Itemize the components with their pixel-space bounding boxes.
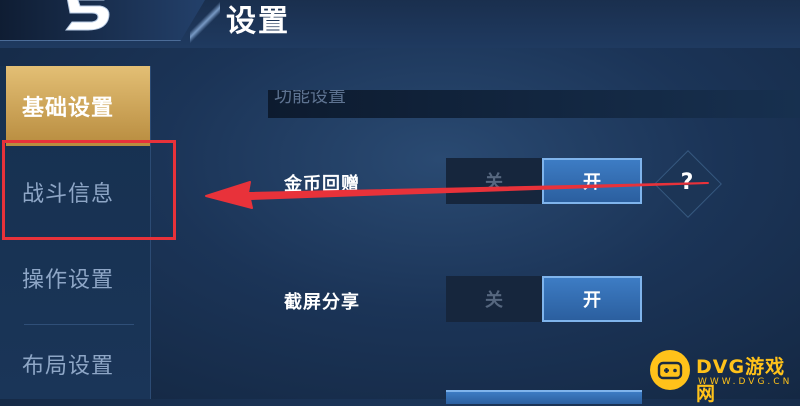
sidebar-item-label: 操作设置 (22, 268, 115, 293)
screenshot-share-on-option[interactable]: 开 (542, 276, 642, 322)
sidebar-item-layout-settings[interactable]: 布局设置 (6, 324, 150, 404)
next-row-button[interactable] (446, 390, 642, 404)
gold-rebate-on-option[interactable]: 开 (542, 158, 642, 204)
watermark: DVG游戏网 WWW.DVG.CN (644, 346, 800, 405)
question-mark-icon: ? (680, 170, 694, 195)
sidebar-item-basic-settings[interactable]: 基础设置 (6, 66, 150, 146)
sidebar-item-label: 布局设置 (22, 354, 115, 379)
screenshot-share-off-option[interactable]: 关 (446, 276, 542, 322)
screenshot-share-label: 截屏分享 (284, 292, 360, 313)
watermark-logo-icon (650, 350, 690, 390)
section-header: 功能设置 (268, 90, 800, 118)
gold-rebate-toggle: 关 开 (446, 158, 642, 204)
back-logo-icon (65, 0, 111, 31)
sidebar-item-control-settings[interactable]: 操作设置 (6, 238, 150, 318)
back-button[interactable] (0, 0, 205, 41)
screenshot-share-toggle: 关 开 (446, 276, 642, 322)
page-title: 设置 (226, 4, 290, 39)
gold-rebate-off-option[interactable]: 关 (446, 158, 542, 204)
top-bar: 设置 (0, 0, 800, 48)
gold-rebate-label: 金币回赠 (284, 174, 360, 195)
sidebar-item-label: 基础设置 (22, 96, 115, 121)
header-light-streak (190, 0, 220, 48)
annotation-highlight-box (2, 140, 176, 240)
watermark-url: WWW.DVG.CN (698, 377, 793, 387)
section-title: 功能设置 (274, 90, 346, 107)
